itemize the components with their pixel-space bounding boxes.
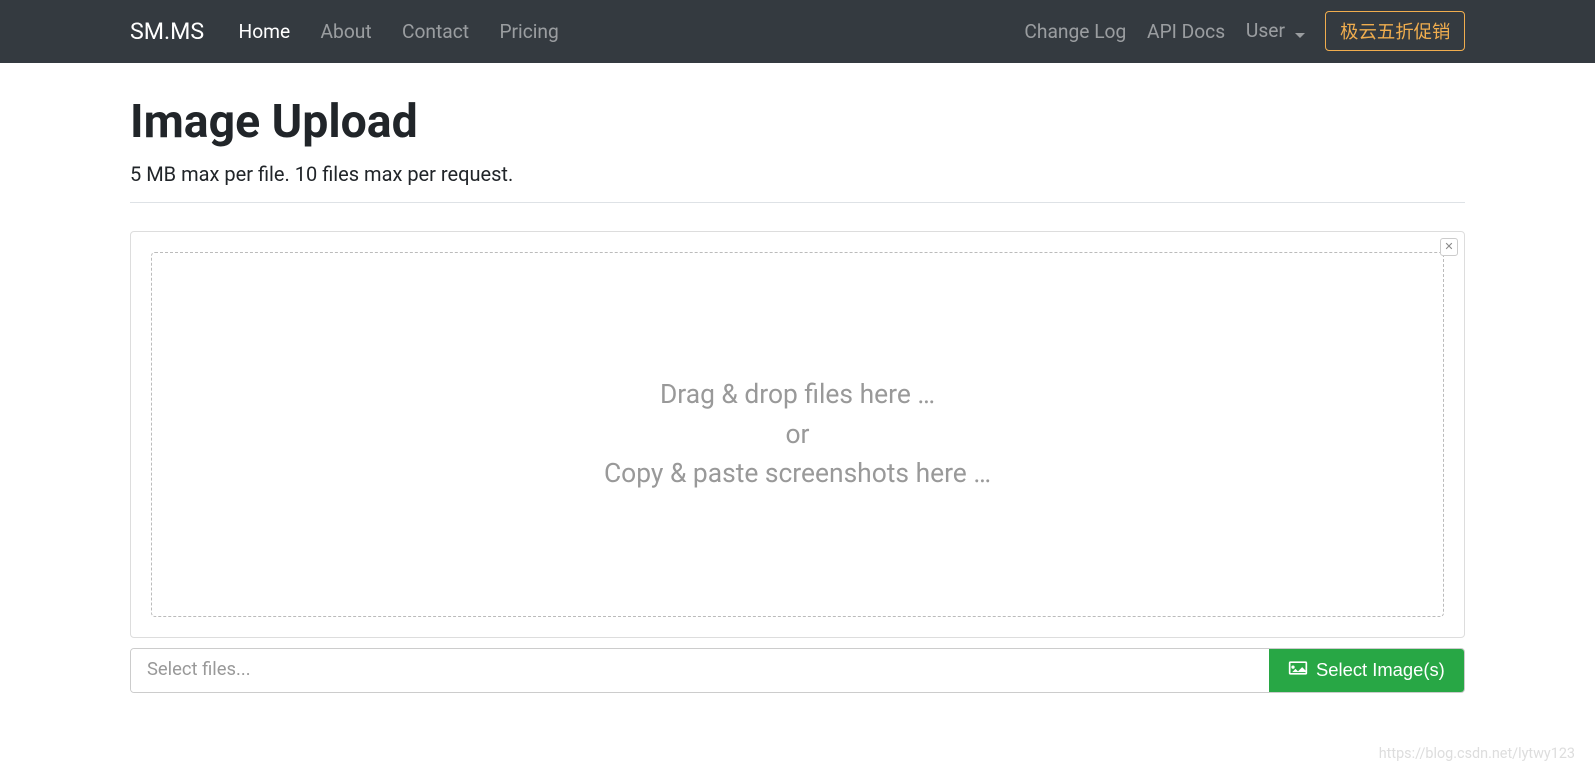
nav-user-dropdown[interactable]: User [1236, 11, 1316, 51]
image-icon [1288, 659, 1308, 682]
nav-contact[interactable]: Contact [387, 12, 484, 51]
upload-panel: ✕ Drag & drop files here … or Copy & pas… [130, 231, 1465, 638]
select-image-label: Select Image(s) [1316, 659, 1445, 681]
nav-about[interactable]: About [305, 12, 386, 51]
nav-right: Change Log API Docs User 极云五折促销 [1014, 11, 1465, 51]
page-subtitle: 5 MB max per file. 10 files max per requ… [130, 162, 1465, 203]
select-image-button[interactable]: Select Image(s) [1269, 649, 1464, 691]
close-icon[interactable]: ✕ [1440, 238, 1458, 256]
file-caption-input[interactable]: Select files... [131, 649, 1269, 691]
page-title: Image Upload [130, 95, 1465, 149]
brand-logo[interactable]: SM.MS [130, 17, 204, 45]
nav-apidocs[interactable]: API Docs [1137, 12, 1236, 51]
nav-left: Home About Contact Pricing [223, 12, 574, 51]
dropzone-text-1: Drag & drop files here … [660, 380, 935, 410]
nav-user-label: User [1246, 19, 1285, 42]
main-container: Image Upload 5 MB max per file. 10 files… [115, 95, 1480, 693]
chevron-down-icon [1295, 21, 1305, 44]
navbar: SM.MS Home About Contact Pricing Change … [0, 0, 1595, 63]
nav-pricing[interactable]: Pricing [484, 12, 574, 51]
watermark: https://blog.csdn.net/lytwy123 [1379, 745, 1575, 762]
dropzone[interactable]: Drag & drop files here … or Copy & paste… [151, 252, 1444, 617]
promo-button[interactable]: 极云五折促销 [1325, 11, 1465, 51]
nav-home[interactable]: Home [223, 12, 305, 51]
dropzone-text-2: or [786, 420, 810, 450]
file-input-row: Select files... Select Image(s) [130, 648, 1465, 692]
dropzone-text-3: Copy & paste screenshots here … [604, 459, 991, 489]
nav-changelog[interactable]: Change Log [1014, 12, 1137, 51]
